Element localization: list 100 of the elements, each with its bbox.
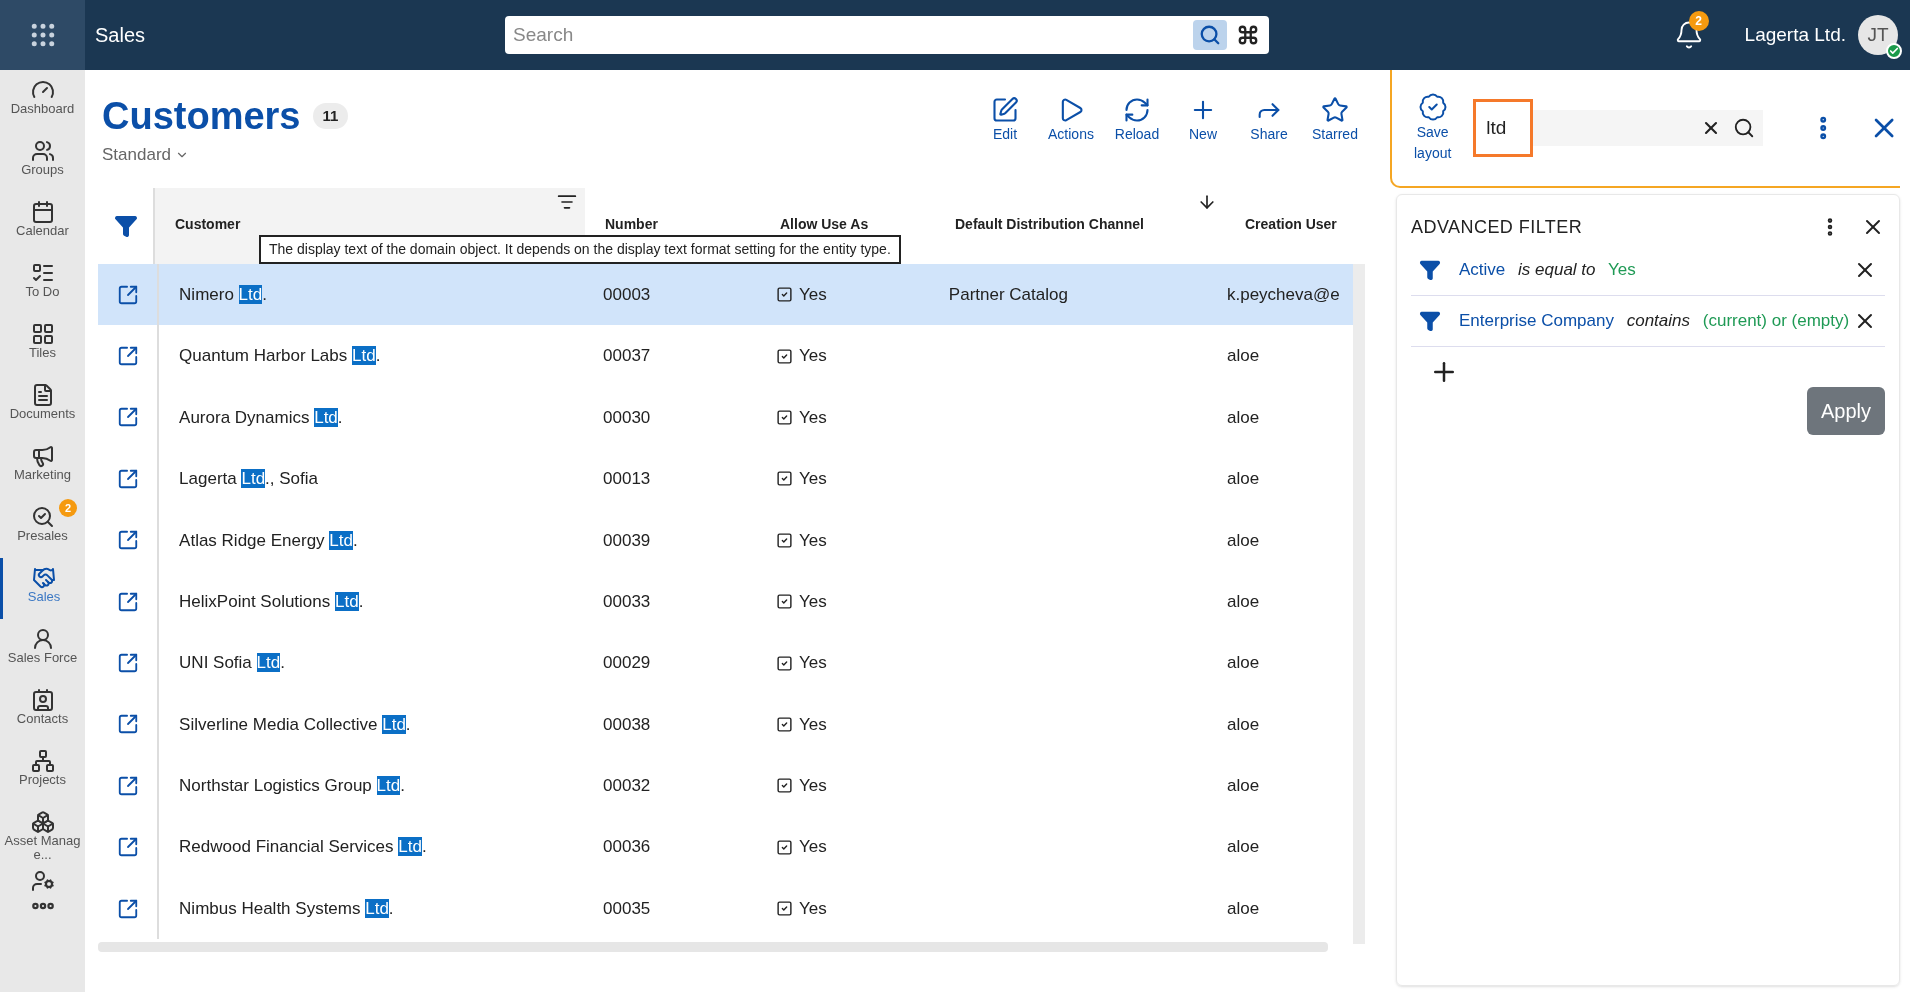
table-cell: aloe <box>1227 591 1260 611</box>
table-row[interactable]: Aurora Dynamics Ltd. 00030 Yes aloe <box>98 386 1353 449</box>
vertical-scrollbar[interactable] <box>1353 264 1365 944</box>
toolbar-button[interactable]: Reload <box>1112 96 1162 145</box>
table-cell-text: Redwood Financial Services Ltd. <box>178 836 428 859</box>
handshake-icon <box>32 566 56 590</box>
page-title: Customers <box>102 94 301 138</box>
table-cell: aloe <box>1227 898 1260 918</box>
sidebar-item[interactable]: Marketing <box>0 436 85 497</box>
table-cell-text: 00029 <box>602 652 652 675</box>
table-cell-text: Yes <box>798 283 827 306</box>
filter-condition[interactable]: Enterprise Company contains (current) or (empty) <box>1459 308 1853 334</box>
open-record-icon[interactable] <box>116 529 139 552</box>
table-row[interactable]: Lagerta Ltd., Sofia 00013 Yes aloe <box>98 448 1353 510</box>
sidebar-item[interactable]: Calendar <box>0 192 85 253</box>
filter-condition[interactable]: Active is equal to Yes <box>1459 257 1853 283</box>
table-row[interactable]: UNI Sofia Ltd. 00029 Yes aloe <box>98 632 1353 694</box>
open-record-icon[interactable] <box>116 897 139 920</box>
boxes-icon <box>30 810 55 834</box>
sidebar-item[interactable]: Contacts <box>0 680 85 741</box>
sidebar-item[interactable]: Dashboard <box>0 70 85 131</box>
search-button[interactable] <box>1193 20 1228 50</box>
column-header[interactable]: Creation User <box>1225 188 1365 264</box>
table-cell-text: Aurora Dynamics Ltd. <box>178 406 344 429</box>
toolbar-button[interactable]: Actions <box>1046 96 1096 145</box>
table-cell-text: Yes <box>798 775 827 798</box>
sidebar-item[interactable]: Asset Manage... <box>0 802 85 863</box>
filter-search-field[interactable]: ltd <box>1473 99 1534 157</box>
open-record-icon[interactable] <box>116 774 139 797</box>
toolbar-button[interactable]: New <box>1178 96 1228 145</box>
table-cell-text: Yes <box>798 713 827 736</box>
table-cell-text: Silverline Media Collective Ltd. <box>178 713 412 736</box>
sidebar-item[interactable]: Tiles <box>0 314 85 375</box>
table-cell-text: Nimero Ltd. <box>178 283 268 306</box>
open-record-icon[interactable] <box>116 713 139 736</box>
table-cell-text: 00035 <box>602 897 652 920</box>
open-record-icon[interactable] <box>116 283 139 306</box>
table-cell-text: Northstar Logistics Group Ltd. <box>178 775 406 798</box>
table-row[interactable]: Atlas Ridge Energy Ltd. 00039 Yes aloe <box>98 509 1353 571</box>
table-cell-text: HelixPoint Solutions Ltd. <box>178 590 365 613</box>
sidebar-item[interactable]: Documents <box>0 375 85 436</box>
hierarchy-icon <box>30 749 55 773</box>
table-row[interactable]: Nimero Ltd. 00003 Yes Partner Catalog k.peycheva@e <box>98 264 1353 326</box>
sidebar-item[interactable]: Presales 2 <box>0 497 85 558</box>
table-cell-text: Nimbus Health Systems Ltd. <box>178 897 395 920</box>
filter-icon[interactable] <box>113 214 138 238</box>
table-row[interactable]: Silverline Media Collective Ltd. 00038 Yes aloe <box>98 693 1353 756</box>
open-record-icon[interactable] <box>116 467 139 490</box>
open-record-icon[interactable] <box>116 836 139 859</box>
filter-title: ADVANCED FILTER <box>1411 215 1584 239</box>
megaphone-icon <box>30 444 55 468</box>
table-cell-text: Atlas Ridge Energy Ltd. <box>178 529 359 552</box>
tooltip: The display text of the domain object. It depends on the display text format setting for the entity type. <box>259 235 901 264</box>
search-icon[interactable] <box>1733 117 1756 139</box>
table-cell-text: UNI Sofia Ltd. <box>178 652 286 675</box>
open-record-icon[interactable] <box>116 345 139 368</box>
search-field[interactable]: Search <box>505 16 1270 54</box>
toolbar-button[interactable]: Starred <box>1310 96 1360 145</box>
open-record-icon[interactable] <box>116 590 139 613</box>
horizontal-scrollbar[interactable] <box>98 942 1328 952</box>
company-name: Lagerta Ltd. <box>1744 22 1846 47</box>
count-badge: 2 <box>59 499 77 517</box>
star-icon <box>1321 96 1349 124</box>
table-cell-text: Yes <box>798 468 827 491</box>
table-cell: aloe <box>1227 407 1260 427</box>
apply-button[interactable]: Apply <box>1806 387 1885 435</box>
table-row[interactable]: Redwood Financial Services Ltd. 00036 Yes aloe <box>98 816 1353 878</box>
badge-check-icon <box>1417 92 1448 122</box>
table-cell-text: 00013 <box>602 468 652 491</box>
app-title: Sales <box>95 23 146 48</box>
table-row[interactable]: HelixPoint Solutions Ltd. 00033 Yes aloe <box>98 570 1353 633</box>
table-row[interactable]: Quantum Harbor Labs Ltd. 00037 Yes aloe <box>98 325 1353 387</box>
table-row[interactable]: Nimbus Health Systems Ltd. 00035 Yes aloe <box>98 877 1353 940</box>
table-cell: aloe <box>1227 714 1260 734</box>
view-selector[interactable]: Standard <box>102 142 349 168</box>
table-row[interactable]: Northstar Logistics Group Ltd. 00032 Yes aloe <box>98 755 1353 817</box>
count-badge: 11 <box>312 102 349 130</box>
app-launcher-button[interactable] <box>0 0 85 70</box>
table-cell-text: 00036 <box>602 836 652 859</box>
table-cell-text: 00030 <box>602 406 652 429</box>
tiles-icon <box>30 322 55 346</box>
column-filter-icon[interactable] <box>557 192 577 212</box>
open-record-icon[interactable] <box>116 652 139 675</box>
sidebar-item[interactable]: To Do <box>0 253 85 314</box>
open-record-icon[interactable] <box>116 406 139 429</box>
column-header[interactable]: Default Distribution Channel <box>935 188 1225 264</box>
table-cell-text: Yes <box>798 529 827 552</box>
toolbar-button[interactable]: Edit <box>980 96 1030 145</box>
sidebar-item[interactable]: Projects <box>0 741 85 802</box>
table-cell: aloe <box>1227 530 1260 550</box>
sidebar-item[interactable]: Groups <box>0 131 85 192</box>
calendar-icon <box>30 200 55 224</box>
table-cell-text: Quantum Harbor Labs Ltd. <box>178 345 382 368</box>
table-cell: aloe <box>1227 346 1260 366</box>
search-input[interactable]: Search <box>513 20 1190 50</box>
toolbar-button[interactable]: Share <box>1244 96 1294 145</box>
sidebar-item[interactable]: Sales <box>0 558 85 619</box>
save-layout-button[interactable]: Save layout <box>1398 92 1468 164</box>
table-cell: aloe <box>1227 469 1260 489</box>
sidebar-item[interactable]: Sales Force <box>0 619 85 680</box>
